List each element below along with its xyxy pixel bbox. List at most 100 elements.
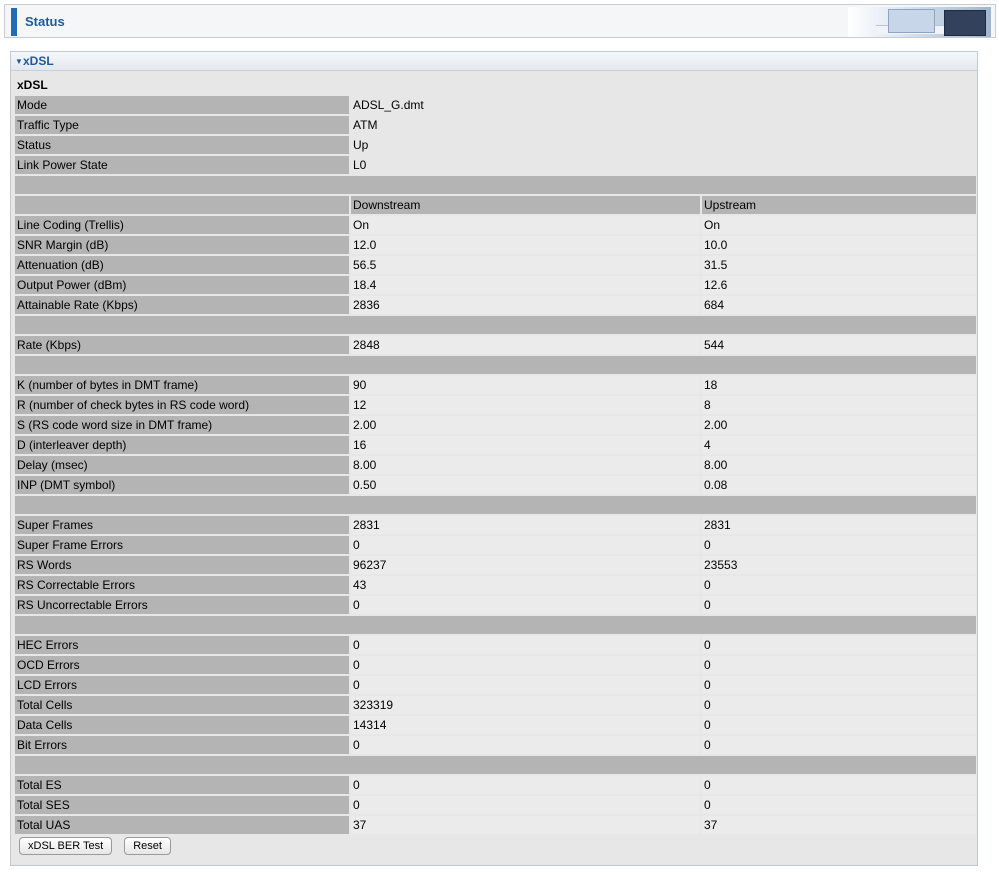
separator-bar xyxy=(15,316,976,334)
row-label: D (interleaver depth) xyxy=(15,436,349,454)
downstream-value: 323319 xyxy=(351,696,700,714)
downstream-value: On xyxy=(351,216,700,234)
separator-row xyxy=(15,316,976,334)
row-empty-cell xyxy=(702,136,976,154)
table-row: D (interleaver depth) 16 4 xyxy=(15,436,976,454)
upstream-value: 23553 xyxy=(702,556,976,574)
upstream-value: 4 xyxy=(702,436,976,454)
table-row: Attenuation (dB) 56.5 31.5 xyxy=(15,256,976,274)
downstream-value: 14314 xyxy=(351,716,700,734)
upstream-value: 2.00 xyxy=(702,416,976,434)
table-row: S (RS code word size in DMT frame) 2.00 2.… xyxy=(15,416,976,434)
downstream-value: 90 xyxy=(351,376,700,394)
row-label: OCD Errors xyxy=(15,656,349,674)
downstream-value: 18.4 xyxy=(351,276,700,294)
downstream-value: 2836 xyxy=(351,296,700,314)
downstream-value: 37 xyxy=(351,816,700,834)
table-row: Super Frame Errors 0 0 xyxy=(15,536,976,554)
row-label: Total ES xyxy=(15,776,349,794)
row-label: LCD Errors xyxy=(15,676,349,694)
upstream-value: 0 xyxy=(702,696,976,714)
page-title: Status xyxy=(25,14,65,29)
upstream-value: On xyxy=(702,216,976,234)
xdsl-ber-test-button[interactable]: xDSL BER Test xyxy=(19,837,113,855)
row-label: Link Power State xyxy=(15,156,349,174)
row-value: ADSL_G.dmt xyxy=(353,98,424,112)
column-header-row: Downstream Upstream xyxy=(15,196,976,214)
row-label: RS Words xyxy=(15,556,349,574)
reset-button[interactable]: Reset xyxy=(124,837,171,855)
downstream-value: 0 xyxy=(351,736,700,754)
banner-window-shape xyxy=(888,9,935,33)
row-label: Line Coding (Trellis) xyxy=(15,216,349,234)
separator-row xyxy=(15,496,976,514)
row-label: RS Uncorrectable Errors xyxy=(15,596,349,614)
downstream-value: 56.5 xyxy=(351,256,700,274)
row-label: Data Cells xyxy=(15,716,349,734)
upstream-value: 544 xyxy=(702,336,976,354)
upstream-value: 0 xyxy=(702,536,976,554)
upstream-value: 0 xyxy=(702,776,976,794)
table-row: Data Cells 14314 0 xyxy=(15,716,976,734)
table-row: LCD Errors 0 0 xyxy=(15,676,976,694)
row-label: Total Cells xyxy=(15,696,349,714)
upstream-value: 0 xyxy=(702,596,976,614)
table-row: Total Cells 323319 0 xyxy=(15,696,976,714)
header-accent-bar xyxy=(11,8,17,36)
row-label: Mode xyxy=(15,96,349,114)
separator-bar xyxy=(15,176,976,194)
table-row: HEC Errors 0 0 xyxy=(15,636,976,654)
row-label: R (number of check bytes in RS code word… xyxy=(15,396,349,414)
downstream-value: 96237 xyxy=(351,556,700,574)
upstream-value: 31.5 xyxy=(702,256,976,274)
table-row: RS Uncorrectable Errors 0 0 xyxy=(15,596,976,614)
separator-bar xyxy=(15,616,976,634)
xdsl-status-table: xDSL Mode ADSL_G.dmt Traffic Type ATM Status… xyxy=(15,76,976,836)
table-row: Delay (msec) 8.00 8.00 xyxy=(15,456,976,474)
row-label: Total UAS xyxy=(15,816,349,834)
separator-bar xyxy=(15,356,976,374)
collapse-caret-icon[interactable]: ▼ xyxy=(15,57,23,66)
table-row: OCD Errors 0 0 xyxy=(15,656,976,674)
row-value: ATM xyxy=(353,118,378,132)
downstream-header: Downstream xyxy=(351,196,700,214)
upstream-value: 0 xyxy=(702,796,976,814)
table-row: INP (DMT symbol) 0.50 0.08 xyxy=(15,476,976,494)
upstream-value: 10.0 xyxy=(702,236,976,254)
upstream-value: 0.08 xyxy=(702,476,976,494)
upstream-value: 18 xyxy=(702,376,976,394)
banner-monitor-shape xyxy=(944,10,986,36)
upstream-value: 0 xyxy=(702,736,976,754)
row-label: Output Power (dBm) xyxy=(15,276,349,294)
downstream-value: 0.50 xyxy=(351,476,700,494)
row-label: Attenuation (dB) xyxy=(15,256,349,274)
downstream-value: 0 xyxy=(351,536,700,554)
row-label: Delay (msec) xyxy=(15,456,349,474)
table-row: Total SES 0 0 xyxy=(15,796,976,814)
row-label: SNR Margin (dB) xyxy=(15,236,349,254)
separator-row xyxy=(15,356,976,374)
row-value: L0 xyxy=(353,158,367,172)
separator-bar xyxy=(15,756,976,774)
row-label: RS Correctable Errors xyxy=(15,576,349,594)
table-row: K (number of bytes in DMT frame) 90 18 xyxy=(15,376,976,394)
downstream-value: 0 xyxy=(351,796,700,814)
downstream-value: 0 xyxy=(351,776,700,794)
upstream-value: 0 xyxy=(702,656,976,674)
downstream-value: 0 xyxy=(351,656,700,674)
xdsl-section-header[interactable]: ▼ xDSL xyxy=(11,52,977,71)
upstream-value: 2831 xyxy=(702,516,976,534)
table-row: R (number of check bytes in RS code word… xyxy=(15,396,976,414)
upstream-value: 684 xyxy=(702,296,976,314)
separator-row xyxy=(15,756,976,774)
downstream-value: 0 xyxy=(351,596,700,614)
row-label: INP (DMT symbol) xyxy=(15,476,349,494)
downstream-value: 0 xyxy=(351,636,700,654)
row-label xyxy=(15,196,349,214)
downstream-value: 8.00 xyxy=(351,456,700,474)
upstream-value: 37 xyxy=(702,816,976,834)
table-row: Line Coding (Trellis) On On xyxy=(15,216,976,234)
table-row: Mode ADSL_G.dmt xyxy=(15,96,976,114)
table-row: Output Power (dBm) 18.4 12.6 xyxy=(15,276,976,294)
upstream-value: 12.6 xyxy=(702,276,976,294)
